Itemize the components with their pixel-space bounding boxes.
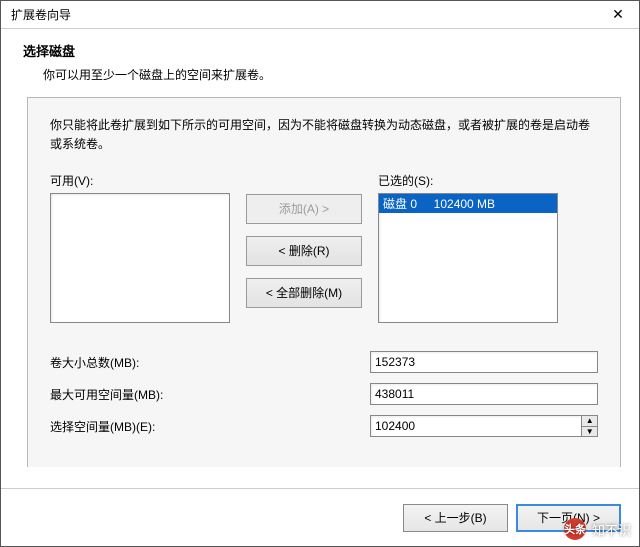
max-space-label: 最大可用空间量(MB): — [50, 386, 370, 403]
quantity-stepper: ▲ ▼ — [581, 415, 598, 437]
info-text: 你只能将此卷扩展到如下所示的可用空间，因为不能将磁盘转换为动态磁盘，或者被扩展的… — [50, 116, 598, 154]
add-button[interactable]: 添加(A) > — [246, 194, 362, 224]
total-size-field — [370, 351, 598, 373]
transfer-buttons: 添加(A) > < 删除(R) < 全部删除(M) — [246, 194, 362, 308]
close-button[interactable]: ✕ — [597, 1, 639, 29]
available-listbox[interactable] — [50, 193, 230, 323]
remove-all-button[interactable]: < 全部删除(M) — [246, 278, 362, 308]
size-fields: 卷大小总数(MB): 最大可用空间量(MB): 选择空间量(MB)(E): ▲ … — [50, 351, 598, 437]
remove-button[interactable]: < 删除(R) — [246, 236, 362, 266]
selected-disk-item[interactable]: 磁盘 0 102400 MB — [379, 194, 557, 213]
titlebar: 扩展卷向导 ✕ — [1, 1, 639, 29]
select-space-field[interactable] — [370, 415, 581, 437]
close-icon: ✕ — [612, 6, 624, 23]
selected-group: 已选的(S): 磁盘 0 102400 MB — [378, 172, 558, 323]
page-title: 选择磁盘 — [23, 41, 617, 60]
max-space-field — [370, 383, 598, 405]
available-label: 可用(V): — [50, 172, 230, 189]
max-space-row: 最大可用空间量(MB): — [50, 383, 598, 405]
available-group: 可用(V): — [50, 172, 230, 323]
page-description: 你可以用至少一个磁盘上的空间来扩展卷。 — [23, 66, 617, 83]
disk-lists-row: 可用(V): 添加(A) > < 删除(R) < 全部删除(M) 已选的(S):… — [50, 172, 598, 323]
select-space-row: 选择空间量(MB)(E): ▲ ▼ — [50, 415, 598, 437]
wizard-window: 扩展卷向导 ✕ 选择磁盘 你可以用至少一个磁盘上的空间来扩展卷。 你只能将此卷扩… — [0, 0, 640, 547]
total-size-row: 卷大小总数(MB): — [50, 351, 598, 373]
next-button[interactable]: 下一页(N) > — [516, 504, 621, 532]
window-title: 扩展卷向导 — [11, 6, 71, 23]
spinner-down-button[interactable]: ▼ — [581, 426, 598, 438]
selected-listbox[interactable]: 磁盘 0 102400 MB — [378, 193, 558, 323]
header-section: 选择磁盘 你可以用至少一个磁盘上的空间来扩展卷。 — [1, 29, 639, 97]
select-space-label: 选择空间量(MB)(E): — [50, 418, 370, 435]
main-panel: 你只能将此卷扩展到如下所示的可用空间，因为不能将磁盘转换为动态磁盘，或者被扩展的… — [27, 97, 621, 467]
spinner-up-button[interactable]: ▲ — [581, 415, 598, 426]
selected-label: 已选的(S): — [378, 172, 558, 189]
back-button[interactable]: < 上一步(B) — [403, 504, 508, 532]
total-size-label: 卷大小总数(MB): — [50, 354, 370, 371]
wizard-footer: < 上一步(B) 下一页(N) > — [1, 488, 639, 546]
